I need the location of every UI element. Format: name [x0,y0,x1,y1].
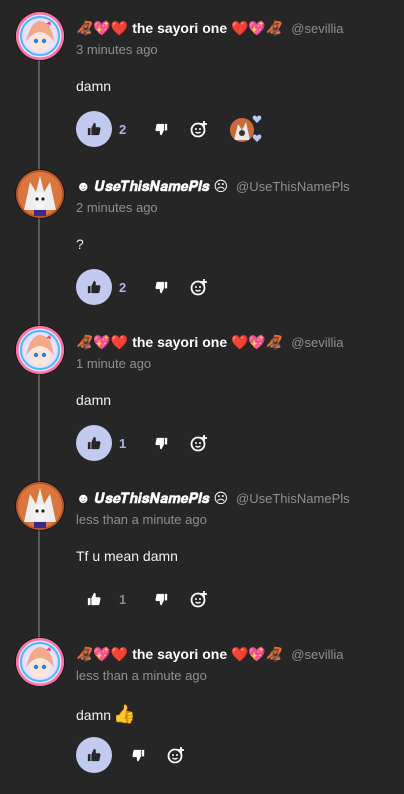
add-reaction-icon [190,435,207,452]
comment-body: damn 👍 [76,704,135,725]
comment-actions: 2 [76,269,208,305]
reaction-chip[interactable] [228,112,266,146]
name-suffix-emoji: ❤️💖🦧 [231,19,284,36]
add-reaction-icon [190,591,207,608]
comment-text: Tf u mean damn [76,548,178,564]
add-reaction-icon [190,121,207,138]
avatar[interactable] [16,326,64,374]
author-handle[interactable]: @sevillia [291,335,343,350]
comment: ☻ 𝑼𝒔𝒆𝑻𝒉𝒊𝒔𝑵𝒂𝒎𝒆𝑷𝒍𝒔 ☹ @UseThisNamePls less … [0,470,404,626]
author-handle[interactable]: @sevillia [291,21,343,36]
thumbs-down-icon [155,123,168,135]
dislike-button[interactable] [155,593,168,606]
thumbs-up-icon [87,436,101,450]
author-row: 🦧💖❤️ the sayori one ❤️💖🦧 @sevillia [76,644,344,664]
author-handle[interactable]: @UseThisNamePls [236,491,350,506]
comment-timestamp: 2 minutes ago [76,200,158,215]
thumbs-up-icon [87,748,101,762]
reactor-avatar [230,118,254,142]
thumbs-down-icon [155,437,168,449]
author-row: 🦧💖❤️ the sayori one ❤️💖🦧 @sevillia [76,332,344,352]
thumbs-down-icon [155,593,168,605]
author-row: ☻ 𝑼𝒔𝒆𝑻𝒉𝒊𝒔𝑵𝒂𝒎𝒆𝑷𝒍𝒔 ☹ @UseThisNamePls [76,176,350,196]
heart-reaction-icon [252,114,262,149]
add-reaction-icon [167,747,184,764]
name-suffix-emoji: ☹ [213,489,229,506]
like-count: 2 [119,279,127,295]
add-reaction-icon [190,279,207,296]
like-count: 2 [119,121,127,137]
name-prefix-emoji: ☻ [76,177,91,194]
add-reaction-button[interactable] [190,120,208,138]
name-text: the sayori one [132,19,228,36]
avatar[interactable] [16,638,64,686]
like-button[interactable] [76,425,112,461]
comment-text: ? [76,236,84,252]
dislike-button[interactable] [155,437,168,450]
comment: 🦧💖❤️ the sayori one ❤️💖🦧 @sevillia 3 min… [0,0,404,156]
thumbs-down-icon [155,281,168,293]
author-name[interactable]: 🦧💖❤️ the sayori one ❤️💖🦧 [76,646,283,663]
name-prefix-emoji: ☻ [76,489,91,506]
avatar[interactable] [16,12,64,60]
comment-actions [76,737,185,773]
author-name[interactable]: 🦧💖❤️ the sayori one ❤️💖🦧 [76,20,283,37]
like-button[interactable] [76,737,112,773]
name-text: the sayori one [132,333,228,350]
add-reaction-button[interactable] [190,434,208,452]
name-suffix-emoji: ❤️💖🦧 [231,333,284,350]
comment-timestamp: 3 minutes ago [76,42,158,57]
add-reaction-button[interactable] [167,746,185,764]
avatar[interactable] [16,170,64,218]
name-prefix-emoji: 🦧💖❤️ [76,19,129,36]
comment-actions: 1 [76,425,208,461]
comment-text: damn [76,706,112,723]
comment: 🦧💖❤️ the sayori one ❤️💖🦧 @sevillia less … [0,626,404,782]
thumbs-up-icon [87,592,101,606]
author-name[interactable]: ☻ 𝑼𝒔𝒆𝑻𝒉𝒊𝒔𝑵𝒂𝒎𝒆𝑷𝒍𝒔 ☹ [76,178,228,195]
add-reaction-button[interactable] [190,278,208,296]
thumbs-up-icon [87,122,101,136]
dislike-button[interactable] [155,281,168,294]
author-handle[interactable]: @sevillia [291,647,343,662]
comment-timestamp: less than a minute ago [76,512,207,527]
author-name[interactable]: 🦧💖❤️ the sayori one ❤️💖🦧 [76,334,283,351]
author-row: ☻ 𝑼𝒔𝒆𝑻𝒉𝒊𝒔𝑵𝒂𝒎𝒆𝑷𝒍𝒔 ☹ @UseThisNamePls [76,488,350,508]
comment: ☻ 𝑼𝒔𝒆𝑻𝒉𝒊𝒔𝑵𝒂𝒎𝒆𝑷𝒍𝒔 ☹ @UseThisNamePls 2 min… [0,158,404,314]
thumbs-up-emoji: 👍 [113,704,136,724]
comment-timestamp: less than a minute ago [76,668,207,683]
name-text: the sayori one [132,645,228,662]
comment-timestamp: 1 minute ago [76,356,152,371]
name-suffix-emoji: ❤️💖🦧 [231,645,284,662]
name-prefix-emoji: 🦧💖❤️ [76,645,129,662]
comment-actions: 1 [76,581,208,617]
dislike-button[interactable] [132,749,145,762]
dislike-button[interactable] [155,123,168,136]
name-prefix-emoji: 🦧💖❤️ [76,333,129,350]
like-count: 1 [119,591,127,607]
thumbs-up-icon [87,280,101,294]
like-count: 1 [119,435,127,451]
comment-text: damn [76,392,112,408]
name-text: 𝑼𝒔𝒆𝑻𝒉𝒊𝒔𝑵𝒂𝒎𝒆𝑷𝒍𝒔 [94,489,210,506]
author-handle[interactable]: @UseThisNamePls [236,179,350,194]
like-button[interactable] [76,269,112,305]
like-button[interactable] [76,581,112,617]
like-button[interactable] [76,111,112,147]
comment: 🦧💖❤️ the sayori one ❤️💖🦧 @sevillia 1 min… [0,314,404,470]
add-reaction-button[interactable] [190,590,208,608]
author-row: 🦧💖❤️ the sayori one ❤️💖🦧 @sevillia [76,18,344,38]
name-text: 𝑼𝒔𝒆𝑻𝒉𝒊𝒔𝑵𝒂𝒎𝒆𝑷𝒍𝒔 [94,177,210,194]
avatar[interactable] [16,482,64,530]
comment-actions: 2 [76,111,266,147]
thumbs-down-icon [132,749,145,761]
name-suffix-emoji: ☹ [213,177,229,194]
author-name[interactable]: ☻ 𝑼𝒔𝒆𝑻𝒉𝒊𝒔𝑵𝒂𝒎𝒆𝑷𝒍𝒔 ☹ [76,490,228,507]
comment-text: damn [76,78,112,94]
